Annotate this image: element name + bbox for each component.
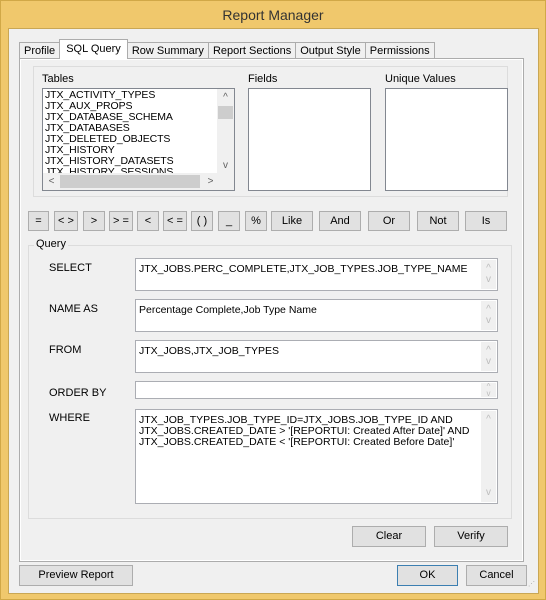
- select-scrollbar[interactable]: ^ v: [481, 260, 496, 289]
- parentheses-button[interactable]: ( ): [191, 211, 213, 231]
- from-value: JTX_JOBS,JTX_JOB_TYPES: [139, 345, 280, 357]
- chevron-down-icon[interactable]: v: [481, 486, 496, 500]
- tables-horizontal-scrollbar[interactable]: < >: [43, 173, 219, 190]
- tab-row-summary[interactable]: Row Summary: [126, 42, 209, 59]
- where-textarea[interactable]: JTX_JOB_TYPES.JOB_TYPE_ID=JTX_JOBS.JOB_T…: [135, 409, 498, 504]
- tables-label: Tables: [42, 73, 74, 85]
- is-button[interactable]: Is: [465, 211, 507, 231]
- clear-button[interactable]: Clear: [352, 526, 426, 547]
- chevron-up-icon[interactable]: ^: [481, 413, 496, 427]
- order-by-scrollbar[interactable]: ^ v: [481, 382, 496, 398]
- tab-report-sections[interactable]: Report Sections: [207, 42, 297, 59]
- verify-button[interactable]: Verify: [434, 526, 508, 547]
- where-label: WHERE: [49, 412, 90, 424]
- equals-button[interactable]: =: [28, 211, 49, 231]
- order-by-textarea[interactable]: ^ v: [135, 381, 498, 399]
- tab-sql-query[interactable]: SQL Query: [59, 39, 128, 59]
- select-label: SELECT: [49, 262, 92, 274]
- scroll-corner: [217, 173, 234, 190]
- sql-query-panel: Tables Fields Unique Values JTX_ACTIVITY…: [19, 58, 524, 562]
- name-as-label: NAME AS: [49, 303, 98, 315]
- tables-listbox[interactable]: JTX_ACTIVITY_TYPES JTX_AUX_PROPS JTX_DAT…: [42, 88, 235, 191]
- tables-vertical-scrollbar[interactable]: ^ v: [217, 89, 234, 174]
- chevron-down-icon[interactable]: v: [481, 314, 496, 328]
- not-equals-button[interactable]: < >: [54, 211, 78, 231]
- fields-label: Fields: [248, 73, 278, 85]
- from-label: FROM: [49, 344, 82, 356]
- query-group: Query SELECT JTX_JOBS.PERC_COMPLETE,JTX_…: [28, 238, 512, 519]
- less-than-button[interactable]: <: [137, 211, 159, 231]
- scroll-down-icon[interactable]: v: [217, 157, 234, 174]
- and-button[interactable]: And: [319, 211, 361, 231]
- name-as-value: Percentage Complete,Job Type Name: [139, 304, 317, 316]
- window-title: Report Manager: [222, 7, 324, 23]
- ok-button[interactable]: OK: [397, 565, 458, 586]
- query-group-label: Query: [34, 238, 68, 250]
- operator-buttons: = < > > > = < < = ( ) _ % Like And Or No…: [28, 211, 518, 231]
- report-manager-window: Report Manager Profile SQL Query Row Sum…: [0, 0, 546, 600]
- resize-grip-icon[interactable]: ⋰: [528, 581, 536, 591]
- name-as-scrollbar[interactable]: ^ v: [481, 301, 496, 330]
- scroll-thumb[interactable]: [218, 106, 233, 119]
- tab-permissions[interactable]: Permissions: [364, 42, 435, 59]
- less-equal-button[interactable]: < =: [163, 211, 187, 231]
- like-button[interactable]: Like: [271, 211, 313, 231]
- greater-equal-button[interactable]: > =: [109, 211, 133, 231]
- greater-than-button[interactable]: >: [83, 211, 105, 231]
- fields-listbox[interactable]: [248, 88, 371, 191]
- table-browser-group: Tables Fields Unique Values JTX_ACTIVITY…: [33, 66, 508, 197]
- scroll-up-icon[interactable]: ^: [217, 89, 234, 106]
- tab-strip: Profile SQL Query Row Summary Report Sec…: [19, 39, 435, 59]
- dialog-client-area: Profile SQL Query Row Summary Report Sec…: [8, 28, 539, 594]
- tab-profile[interactable]: Profile: [19, 42, 61, 59]
- unique-values-label: Unique Values: [385, 73, 456, 85]
- underscore-button[interactable]: _: [218, 211, 240, 231]
- not-button[interactable]: Not: [417, 211, 459, 231]
- chevron-down-icon[interactable]: v: [481, 273, 496, 287]
- or-button[interactable]: Or: [368, 211, 410, 231]
- scroll-left-icon[interactable]: <: [43, 173, 60, 190]
- select-textarea[interactable]: JTX_JOBS.PERC_COMPLETE,JTX_JOB_TYPES.JOB…: [135, 258, 498, 291]
- from-textarea[interactable]: JTX_JOBS,JTX_JOB_TYPES ^ v: [135, 340, 498, 373]
- tables-items: JTX_ACTIVITY_TYPES JTX_AUX_PROPS JTX_DAT…: [45, 90, 219, 175]
- chevron-down-icon[interactable]: v: [481, 387, 496, 398]
- unique-values-listbox[interactable]: [385, 88, 508, 191]
- where-value: JTX_JOB_TYPES.JOB_TYPE_ID=JTX_JOBS.JOB_T…: [139, 414, 470, 448]
- select-value: JTX_JOBS.PERC_COMPLETE,JTX_JOB_TYPES.JOB…: [139, 263, 468, 275]
- scroll-thumb[interactable]: [60, 175, 200, 188]
- name-as-textarea[interactable]: Percentage Complete,Job Type Name ^ v: [135, 299, 498, 332]
- preview-report-button[interactable]: Preview Report: [19, 565, 133, 586]
- where-scrollbar[interactable]: ^ v: [481, 411, 496, 502]
- percent-button[interactable]: %: [245, 211, 267, 231]
- tab-output-style[interactable]: Output Style: [295, 42, 366, 59]
- from-scrollbar[interactable]: ^ v: [481, 342, 496, 371]
- order-by-label: ORDER BY: [49, 387, 107, 399]
- chevron-down-icon[interactable]: v: [481, 355, 496, 369]
- cancel-button[interactable]: Cancel: [466, 565, 527, 586]
